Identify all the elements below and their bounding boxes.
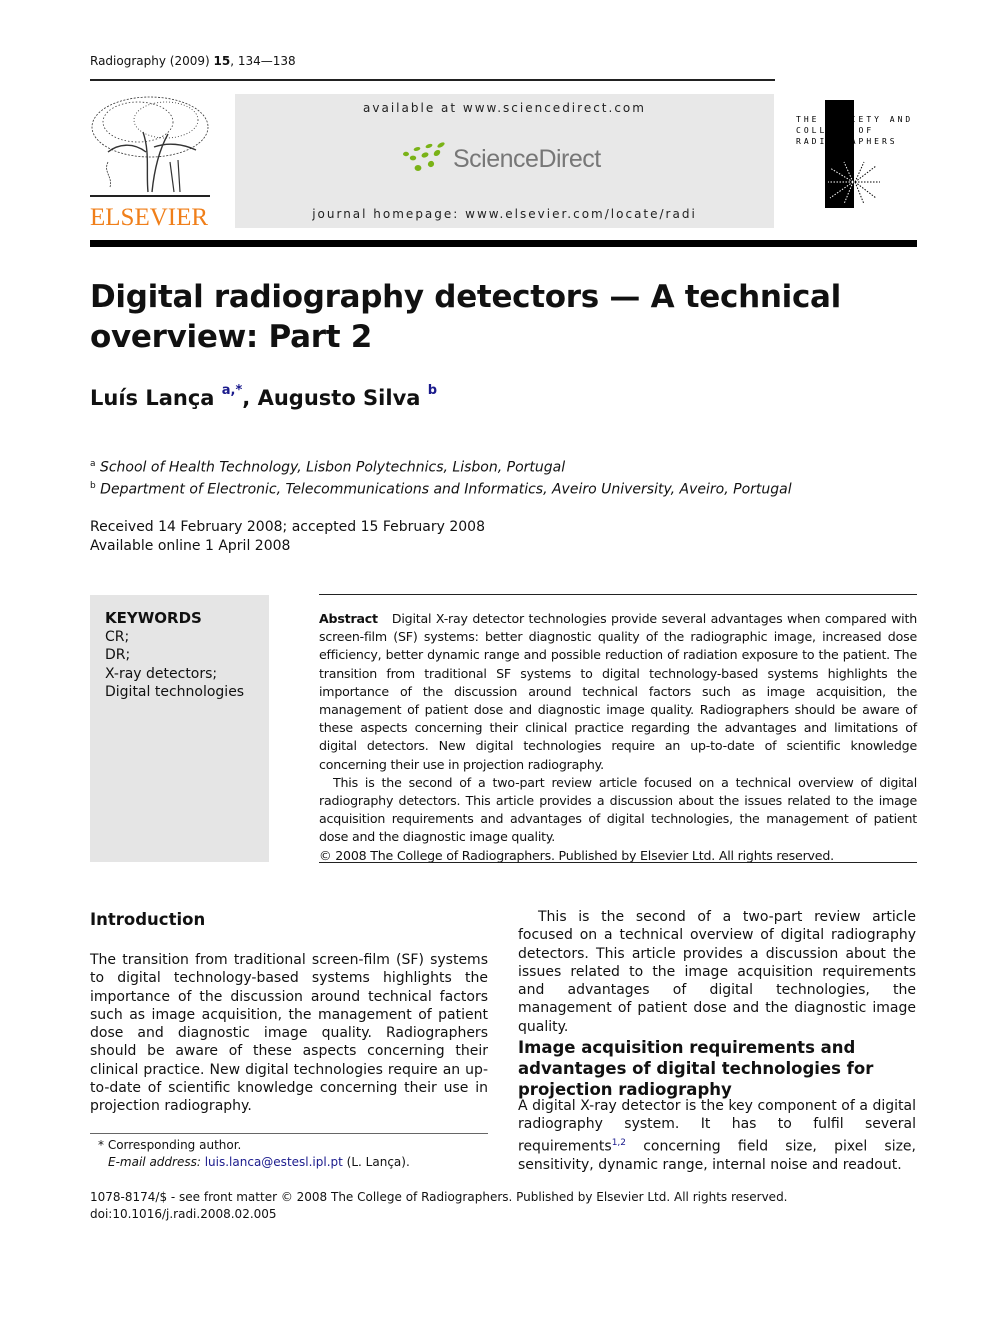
email-suffix: (L. Lança). (342, 1155, 410, 1169)
keyword: Digital technologies (105, 684, 245, 700)
elsevier-logo: ELSEVIER (88, 92, 216, 232)
article-title: Digital radiography detectors — A techni… (90, 279, 841, 355)
masthead-rule (90, 240, 917, 247)
keyword: DR; (105, 647, 131, 663)
society-college-radiographers-logo: THE SOCIETY AND COLLEGE OF RADIOGRAPHERS (796, 100, 921, 210)
affiliation-mark: a (90, 459, 96, 469)
email-label: E-mail address: (108, 1155, 201, 1169)
starburst-icon (828, 161, 880, 205)
introduction-paragraph: The transition from traditional screen-f… (90, 952, 488, 1115)
abstract-paragraph: Digital X-ray detector technologies prov… (319, 611, 917, 772)
section-heading: Image acquisition requirements and advan… (518, 1038, 874, 1099)
keyword: CR; (105, 628, 130, 645)
affiliation: b Department of Electronic, Telecommunic… (90, 477, 792, 499)
author-affiliation-mark[interactable]: a,* (222, 383, 243, 398)
keywords-panel: KEYWORDS CR; DR; X-ray detectors; Digita… (90, 595, 269, 862)
affiliation-text: Department of Electronic, Telecommunicat… (100, 481, 792, 498)
keyword: X-ray detectors; (105, 665, 218, 682)
doi[interactable]: doi:10.1016/j.radi.2008.02.005 (90, 1206, 788, 1223)
affiliation: a School of Health Technology, Lisbon Po… (90, 455, 792, 477)
introduction-heading: Introduction (90, 910, 206, 929)
journal-name: Radiography (2009) (90, 54, 210, 68)
footnote-rule (90, 1133, 488, 1134)
abstract: Abstract Digital X-ray detector technolog… (319, 610, 917, 865)
body-paragraph: A digital X-ray detector is the key comp… (518, 1097, 916, 1174)
citation-link[interactable]: 1,2 (612, 1138, 626, 1148)
abstract-paragraph: This is the second of a two-part review … (319, 774, 917, 845)
available-at-link[interactable]: available at www.sciencedirect.com (235, 101, 774, 115)
footnote: * Corresponding author. E-mail address: … (98, 1137, 410, 1171)
body-paragraph: This is the second of a two-part review … (518, 909, 916, 1035)
sciencedirect-banner: available at www.sciencedirect.com Scien… (235, 94, 774, 228)
sciencedirect-wordmark: ScienceDirect (453, 145, 601, 173)
abstract-label: Abstract (319, 611, 378, 626)
received-date: Received 14 February 2008; accepted 15 F… (90, 519, 485, 535)
header-rule (90, 79, 775, 81)
elsevier-wordmark: ELSEVIER (90, 204, 209, 231)
imprint: 1078-8174/$ - see front matter © 2008 Th… (90, 1189, 788, 1223)
elsevier-tree-icon (90, 96, 210, 197)
keywords-title: KEYWORDS (105, 609, 202, 627)
affiliation-mark: b (90, 480, 96, 491)
affiliations: a School of Health Technology, Lisbon Po… (90, 455, 792, 498)
society-logo-text: THE SOCIETY AND COLLEGE OF RADIOGRAPHERS (796, 115, 914, 146)
abstract-rule-top (319, 594, 917, 595)
online-date: Available online 1 April 2008 (90, 538, 291, 554)
journal-volume: 15 (213, 54, 231, 68)
sciencedirect-logo[interactable]: ScienceDirect (401, 142, 601, 182)
journal-pages: , 134—138 (230, 54, 296, 68)
author-name: Augusto Silva (257, 386, 421, 410)
article-dates: Received 14 February 2008; accepted 15 F… (90, 518, 485, 556)
affiliation-text: School of Health Technology, Lisbon Poly… (99, 459, 566, 476)
front-matter-line: 1078-8174/$ - see front matter © 2008 Th… (90, 1190, 788, 1204)
journal-homepage-link[interactable]: journal homepage: www.elsevier.com/locat… (235, 207, 774, 221)
corresponding-author-note: * Corresponding author. (98, 1138, 242, 1152)
sciencedirect-dots-icon (403, 142, 445, 171)
author-name: Luís Lança (90, 386, 215, 410)
journal-citation: Radiography (2009) 15, 134—138 (90, 54, 296, 68)
abstract-rule-bottom (319, 862, 917, 863)
author-list: Luís Lança a,*, Augusto Silva b (90, 383, 438, 410)
email-link[interactable]: luis.lanca@estesl.ipl.pt (205, 1155, 343, 1169)
author-affiliation-mark[interactable]: b (428, 383, 437, 398)
